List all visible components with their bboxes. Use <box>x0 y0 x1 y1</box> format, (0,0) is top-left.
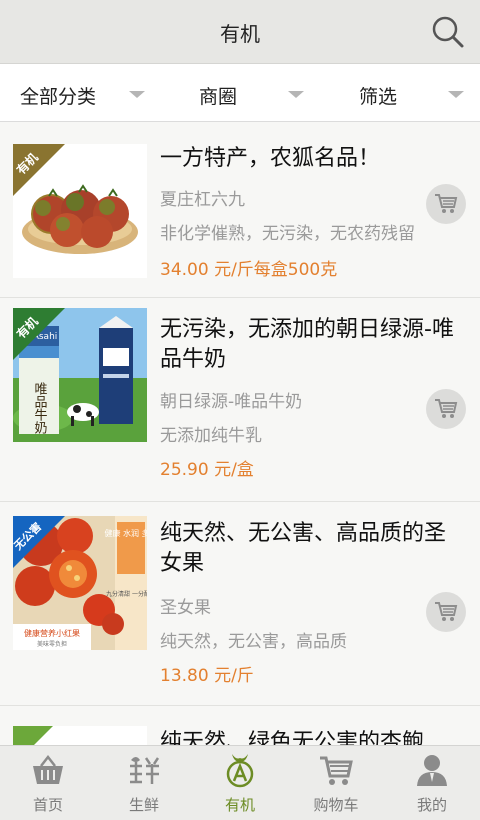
tab-label: 有机 <box>224 796 255 814</box>
add-to-cart-button[interactable] <box>426 592 466 632</box>
product-subtitle: 朝日绿源-唯品牛奶 <box>160 392 303 412</box>
add-to-cart-button[interactable] <box>426 184 466 224</box>
product-price: 34.00 元/斤每盒500克 <box>160 260 338 280</box>
chevron-down-icon <box>288 91 304 98</box>
tab-profile[interactable]: 我的 <box>384 746 480 820</box>
product-item[interactable]: 纯天然、绿色无公害的杏鲍 <box>0 706 480 745</box>
search-button[interactable] <box>428 12 468 52</box>
product-image-cherry-tomatoes: 健康 水润 多汁 九分清甜 一分酸爽 健康营养小红果 美味零负担 无公害 <box>13 516 147 650</box>
product-image-tomatoes: 有机 <box>13 144 147 278</box>
cart-icon <box>435 602 458 621</box>
product-item[interactable]: 唯品牛奶 Asahi 有机 无污染，无添加的朝日绿源-唯品牛奶 朝日绿源-唯品牛… <box>0 298 480 502</box>
organic-badge: 有机 <box>13 144 65 196</box>
filter-district[interactable]: 商圈 <box>160 64 320 122</box>
chevron-down-icon <box>448 91 464 98</box>
product-description: 非化学催熟，无污染，无农药残留 <box>160 224 415 244</box>
product-subtitle: 夏庄杠六九 <box>160 190 245 210</box>
product-image-mushroom <box>13 726 147 745</box>
product-description: 无添加纯牛乳 <box>160 426 262 446</box>
cart-icon <box>435 194 458 213</box>
organic-badge: 有机 <box>13 308 65 360</box>
filter-options[interactable]: 筛选 <box>320 64 480 122</box>
tomato-note-text: 九分清甜 一分酸爽 <box>106 590 147 598</box>
cart-icon <box>320 756 353 785</box>
tomato-caption-sub-text: 美味零负担 <box>37 640 67 648</box>
basket-icon <box>33 754 63 784</box>
tab-home[interactable]: 首页 <box>0 746 96 820</box>
product-title: 纯天然、绿色无公害的杏鲍 <box>160 730 425 745</box>
cart-icon <box>435 399 458 418</box>
product-item[interactable]: 有机 一方特产，农狐名品！ 夏庄杠六九 非化学催熟，无污染，无农药残留 34.0… <box>0 122 480 298</box>
organic-icon <box>226 754 254 788</box>
app-screen: 有机 全部分类 商圈 筛选 有机 一方特产，农狐名品！ 夏庄杠六九 非化学催熟，… <box>0 0 480 820</box>
product-price: 25.90 元/盒 <box>160 460 254 480</box>
add-to-cart-button[interactable] <box>426 389 466 429</box>
filter-label: 全部分类 <box>20 86 97 108</box>
product-item[interactable]: 健康 水润 多汁 九分清甜 一分酸爽 健康营养小红果 美味零负担 无公害 纯天然… <box>0 502 480 706</box>
filter-category[interactable]: 全部分类 <box>0 64 160 122</box>
milk-package-text: 唯品牛奶 <box>32 382 48 435</box>
fresh-icon <box>130 757 160 784</box>
product-title: 纯天然、无公害、高品质的圣女果 <box>160 521 447 576</box>
chevron-down-icon <box>129 91 145 98</box>
filter-label: 筛选 <box>359 86 398 108</box>
search-icon <box>432 16 464 48</box>
header-bar: 有机 <box>0 0 480 64</box>
tab-label: 购物车 <box>313 796 359 814</box>
bottom-tab-bar: 首页 生鲜 有机 购物车 我的 <box>0 745 480 820</box>
tab-label: 生鲜 <box>128 796 159 814</box>
product-title: 无污染，无添加的朝日绿源-唯品牛奶 <box>160 317 454 372</box>
product-list: 有机 一方特产，农狐名品！ 夏庄杠六九 非化学催熟，无污染，无农药残留 34.0… <box>0 122 480 745</box>
page-title: 有机 <box>220 22 260 46</box>
tomato-caption-text: 健康营养小红果 <box>24 628 80 638</box>
product-image-milk: 唯品牛奶 Asahi 有机 <box>13 308 147 442</box>
user-icon <box>417 755 447 786</box>
pollution-free-badge: 无公害 <box>13 516 65 568</box>
tab-label: 我的 <box>416 796 447 814</box>
product-subtitle: 圣女果 <box>160 598 211 618</box>
tab-organic[interactable]: 有机 <box>192 746 288 820</box>
tab-cart[interactable]: 购物车 <box>288 746 384 820</box>
filter-label: 商圈 <box>199 86 238 108</box>
tab-label: 首页 <box>32 796 63 814</box>
product-description: 纯天然，无公害，高品质 <box>160 632 347 652</box>
tomato-side-text: 健康 水润 多汁 <box>104 528 147 538</box>
product-price: 13.80 元/斤 <box>160 666 254 686</box>
filter-bar: 全部分类 商圈 筛选 <box>0 64 480 122</box>
product-title: 一方特产，农狐名品！ <box>160 146 381 171</box>
tab-fresh[interactable]: 生鲜 <box>96 746 192 820</box>
